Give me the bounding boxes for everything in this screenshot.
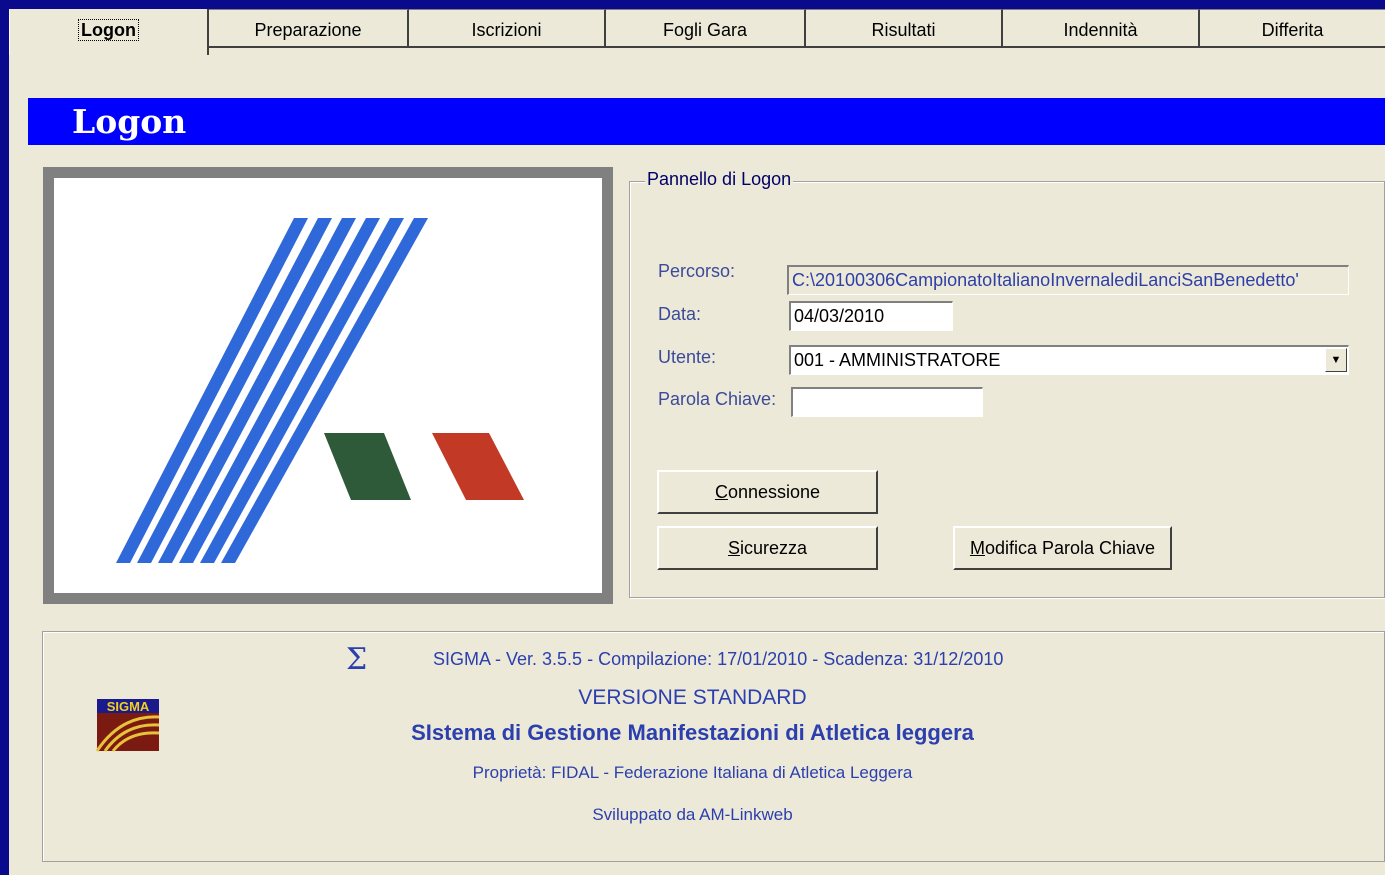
connessione-button[interactable]: Connessione	[657, 470, 878, 514]
modifica-mnemonic: M	[969, 538, 985, 558]
parola-chiave-label: Parola Chiave:	[658, 389, 777, 409]
tab-logon-label: Logon	[78, 19, 139, 41]
sigma-logo-icon: SIGMA	[91, 695, 162, 755]
logo-red-block	[432, 433, 524, 500]
tab-preparazione-label: Preparazione	[254, 20, 362, 40]
tab-risultati[interactable]: Risultati	[806, 9, 1005, 48]
sicurezza-button[interactable]: Sicurezza	[657, 526, 878, 570]
fidal-logo-graphic	[116, 218, 524, 563]
sicurezza-label: icurezza	[739, 538, 808, 558]
owner-line: Proprietà: FIDAL - Federazione Italiana …	[472, 763, 913, 782]
tab-strip: Logon Preparazione Iscrizioni Fogli Gara…	[9, 9, 1385, 55]
tab-indennita[interactable]: Indennità	[1003, 9, 1202, 48]
tab-preparazione[interactable]: Preparazione	[209, 9, 411, 48]
percorso-field: C:\20100306CampionatoItalianoInvernaledi…	[787, 265, 1349, 295]
system-name: SIstema di Gestione Manifestazioni di At…	[411, 720, 974, 745]
utente-select-value: 001 - AMMINISTRATORE	[794, 350, 1001, 370]
data-label: Data:	[658, 304, 702, 324]
page-title: Logon	[28, 98, 1385, 145]
utente-select[interactable]: 001 - AMMINISTRATORE ▼	[789, 345, 1349, 375]
tab-risultati-label: Risultati	[871, 20, 936, 40]
data-field[interactable]: 04/03/2010	[789, 301, 953, 331]
modifica-parola-chiave-button[interactable]: Modifica Parola Chiave	[953, 526, 1172, 570]
sigma-logo-text: SIGMA	[107, 699, 150, 714]
tab-fogli-gara[interactable]: Fogli Gara	[606, 9, 808, 48]
fidal-logo	[54, 178, 602, 593]
tab-indennita-label: Indennità	[1063, 20, 1138, 40]
utente-label: Utente:	[658, 347, 717, 367]
fidal-logo-frame	[43, 167, 613, 604]
tab-logon[interactable]: Logon	[9, 9, 209, 55]
tab-differita[interactable]: Differita	[1200, 9, 1385, 48]
logon-panel-legend: Pannello di Logon	[645, 169, 794, 190]
tab-iscrizioni[interactable]: Iscrizioni	[409, 9, 608, 48]
connessione-label: onnessione	[727, 482, 821, 502]
modifica-label: odifica Parola Chiave	[984, 538, 1156, 558]
sicurezza-mnemonic: S	[727, 538, 740, 558]
tab-fogli-gara-label: Fogli Gara	[662, 20, 748, 40]
chevron-down-icon[interactable]: ▼	[1325, 348, 1347, 372]
sigma-icon: Σ	[346, 642, 368, 677]
tab-differita-label: Differita	[1261, 20, 1324, 40]
tab-iscrizioni-label: Iscrizioni	[471, 20, 542, 40]
sigma-logo-graphic: SIGMA	[91, 695, 162, 755]
parola-chiave-field[interactable]	[791, 387, 983, 417]
logo-green-block	[324, 433, 411, 500]
connessione-mnemonic: C	[714, 482, 728, 502]
edition-label: VERSIONE STANDARD	[578, 686, 807, 709]
percorso-label: Percorso:	[658, 261, 736, 281]
developer-line: Sviluppato da AM-Linkweb	[592, 805, 793, 824]
version-line: SIGMA - Ver. 3.5.5 - Compilazione: 17/01…	[433, 649, 1004, 669]
logo-blue-stripes	[116, 218, 428, 563]
application-window: Logon Preparazione Iscrizioni Fogli Gara…	[9, 9, 1385, 875]
